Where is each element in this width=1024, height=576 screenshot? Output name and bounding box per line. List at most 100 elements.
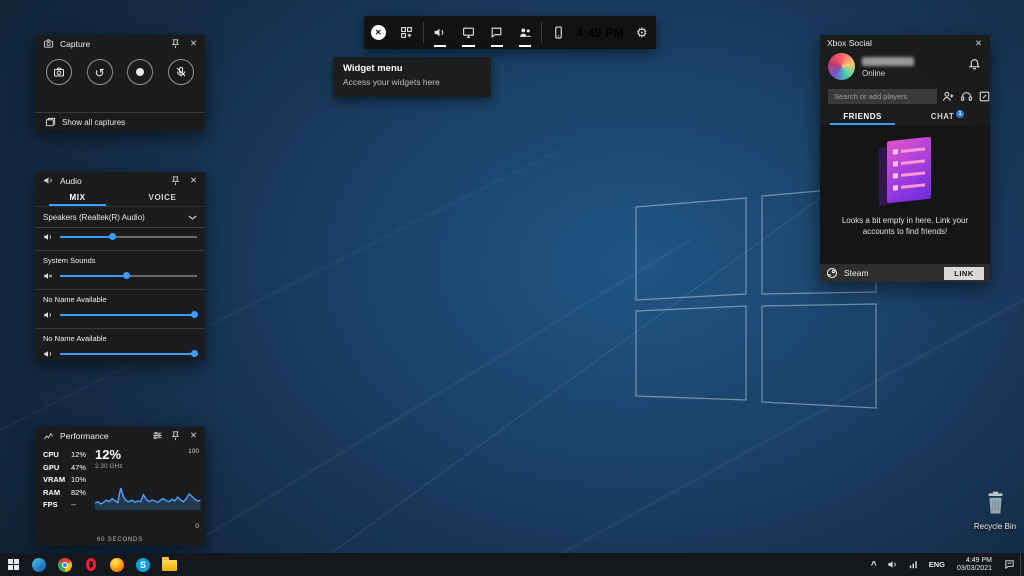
tab-friends[interactable]: FRIENDS (820, 108, 905, 125)
pin-icon[interactable] (169, 174, 182, 187)
cpu-sparkline-chart (95, 487, 201, 510)
screenshot-button[interactable] (46, 59, 72, 85)
toolbar-divider (422, 22, 424, 43)
tab-voice[interactable]: VOICE (120, 189, 205, 206)
capture-widget: Capture ✕ ↺ Show all captures (35, 35, 205, 131)
chat-badge: 1 (956, 109, 965, 118)
notifications-button[interactable] (968, 57, 981, 70)
close-icon[interactable] (187, 429, 200, 442)
performance-stats: CPU 12% GPU 47% VRAM 10% RAM 82% FPS -- (35, 444, 93, 545)
capture-widget-title: Capture (60, 38, 91, 49)
audio-widget-title: Audio (60, 175, 82, 186)
language-indicator[interactable]: ENG (924, 553, 950, 576)
channel-label: No Name Available (43, 334, 107, 343)
speaker-icon (888, 561, 896, 568)
clock-date: 03/03/2021 (956, 564, 992, 572)
tray-expand-button[interactable] (866, 553, 882, 576)
new-message-button[interactable] (978, 90, 991, 103)
audio-widget-header: Audio (35, 172, 205, 189)
speaker-icon[interactable] (43, 349, 53, 359)
desktop: 4:49 PM Widget menu Access your widgets … (0, 0, 1024, 576)
steam-label: Steam (844, 268, 869, 278)
channel-volume-slider[interactable] (60, 350, 199, 358)
taskbar-app-file-explorer[interactable] (156, 553, 182, 576)
audio-widget: Audio MIX VOICE Speakers (Realtek(R) Aud… (35, 172, 205, 360)
social-tabs: FRIENDS CHAT 1 (820, 108, 990, 125)
show-desktop-button[interactable] (1020, 553, 1024, 576)
camera-icon (54, 67, 64, 77)
chevron-down-icon (188, 215, 197, 220)
capture-widget-button[interactable] (454, 16, 482, 49)
search-input[interactable] (828, 89, 937, 104)
performance-icon (42, 429, 55, 442)
speaker-muted-icon[interactable] (43, 271, 53, 281)
recycle-bin[interactable]: Recycle Bin (970, 490, 1020, 531)
channel-no-name-2: No Name Available (35, 328, 205, 363)
stat-row: FPS -- (43, 500, 76, 510)
close-icon[interactable] (187, 174, 200, 187)
taskbar-app-skype[interactable] (130, 553, 156, 576)
profile-row: Online (820, 51, 990, 87)
audio-device-select[interactable]: Speakers (Realtek(R) Audio) (35, 207, 205, 228)
chat-widget-button[interactable] (483, 16, 511, 49)
recycle-bin-icon (988, 491, 1002, 514)
camera-icon (42, 37, 55, 50)
performance-widget: Performance CPU12% GPU47% VRAM10% RAM82%… (35, 427, 205, 545)
widget-menu-icon (401, 27, 413, 38)
widget-menu-button[interactable] (392, 16, 420, 49)
xbox-home-button[interactable] (364, 16, 392, 49)
start-recording-button[interactable] (127, 59, 154, 85)
action-center-button[interactable] (999, 553, 1020, 576)
gamebar-clock: 4:49 PM (576, 25, 624, 40)
link-account-button[interactable]: LINK (944, 266, 984, 280)
start-button[interactable] (0, 553, 26, 576)
taskbar-app-edge[interactable] (26, 553, 52, 576)
gamertag-redacted (862, 57, 914, 66)
avatar[interactable] (828, 53, 855, 80)
tray-volume-button[interactable] (882, 553, 903, 576)
taskbar-clock[interactable]: 4:49 PM 03/03/2021 (950, 553, 999, 576)
widget-menu-tooltip: Widget menu Access your widgets here (333, 57, 491, 97)
taskbar-app-opera[interactable] (78, 553, 104, 576)
system-tray: ENG 4:49 PM 03/03/2021 (866, 553, 1024, 576)
options-icon[interactable] (151, 429, 164, 442)
tab-mix[interactable]: MIX (35, 189, 120, 206)
show-all-captures-button[interactable]: Show all captures (35, 112, 205, 131)
audio-tabs: MIX VOICE (35, 189, 205, 207)
microphone-toggle-button[interactable] (167, 59, 194, 85)
opera-icon (86, 558, 96, 571)
add-friend-button[interactable] (942, 90, 955, 103)
friends-empty-state: Looks a bit empty in here. Link your acc… (820, 125, 990, 264)
lfg-widget-button[interactable] (511, 16, 539, 49)
audio-widget-button[interactable] (426, 16, 454, 49)
chart-axis-max: 100 (188, 448, 199, 455)
close-icon[interactable] (972, 37, 985, 50)
people-icon (519, 28, 531, 37)
headset-icon (961, 92, 972, 101)
channel-volume-slider[interactable] (60, 272, 197, 280)
tray-network-button[interactable] (903, 553, 924, 576)
speaker-icon[interactable] (43, 310, 53, 320)
edge-icon (32, 557, 46, 572)
taskbar-app-chrome[interactable] (52, 553, 78, 576)
show-all-captures-label: Show all captures (62, 117, 126, 127)
performance-widget-title: Performance (60, 430, 109, 441)
phone-link-button[interactable] (544, 16, 572, 49)
stat-row: RAM 82% (43, 487, 87, 497)
device-volume-slider[interactable] (60, 233, 197, 241)
device-volume-row (35, 228, 205, 246)
toolbar-divider (541, 22, 543, 43)
taskbar-app-firefox[interactable] (104, 553, 130, 576)
gamebar-settings-button[interactable] (628, 16, 656, 49)
channel-volume-slider[interactable] (60, 311, 199, 319)
cpu-big-value: 12% (95, 447, 122, 462)
record-last-30s-button[interactable] (86, 59, 113, 85)
tab-chat[interactable]: CHAT 1 (905, 108, 990, 125)
close-icon[interactable] (187, 37, 200, 50)
pin-icon[interactable] (169, 37, 182, 50)
channel-system-sounds: System Sounds (35, 250, 205, 285)
pin-icon[interactable] (169, 429, 182, 442)
party-button[interactable] (960, 90, 973, 103)
performance-chart-area: 12% 2.30 GHz 100 0 (93, 444, 205, 545)
speaker-icon (435, 28, 444, 37)
